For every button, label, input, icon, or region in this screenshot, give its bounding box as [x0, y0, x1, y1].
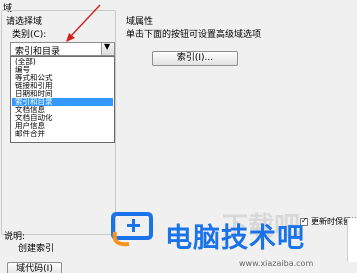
- watermark-url: www.xiazaiba.com: [239, 259, 314, 268]
- field-properties-hint: 单击下面的按钮可设置高级域选项: [126, 30, 262, 40]
- watermark-brand-text: 电脑技术吧: [165, 223, 305, 254]
- category-option[interactable]: 文档自动化: [12, 114, 113, 122]
- category-dropdown-list[interactable]: (全部) 编号 等式和公式 链接和引用 日期和时间 索引和目录 文档信息 文档自…: [10, 56, 115, 143]
- category-option-selected[interactable]: 索引和目录: [12, 98, 113, 106]
- annotation-arrow-icon: [66, 4, 101, 42]
- category-option[interactable]: 邮件合并: [12, 130, 113, 138]
- monitor-logo-icon: [111, 212, 153, 247]
- category-option[interactable]: 编号: [12, 66, 113, 74]
- category-option[interactable]: 文档信息: [12, 106, 113, 114]
- watermark: 电脑技术吧 www.xiazaiba.com: [105, 196, 357, 273]
- field-properties-title: 域属性: [126, 17, 154, 27]
- index-button[interactable]: 索引(I)...: [152, 51, 238, 66]
- description-label: 说明:: [4, 232, 26, 242]
- category-option[interactable]: 链接和引用: [12, 82, 113, 90]
- category-option[interactable]: 等式和公式: [12, 74, 113, 82]
- field-codes-button[interactable]: 域代码(I): [7, 262, 62, 273]
- description-text: 创建索引: [18, 244, 55, 254]
- category-option[interactable]: 日期和时间: [12, 90, 113, 98]
- category-option[interactable]: 用户信息: [12, 122, 113, 130]
